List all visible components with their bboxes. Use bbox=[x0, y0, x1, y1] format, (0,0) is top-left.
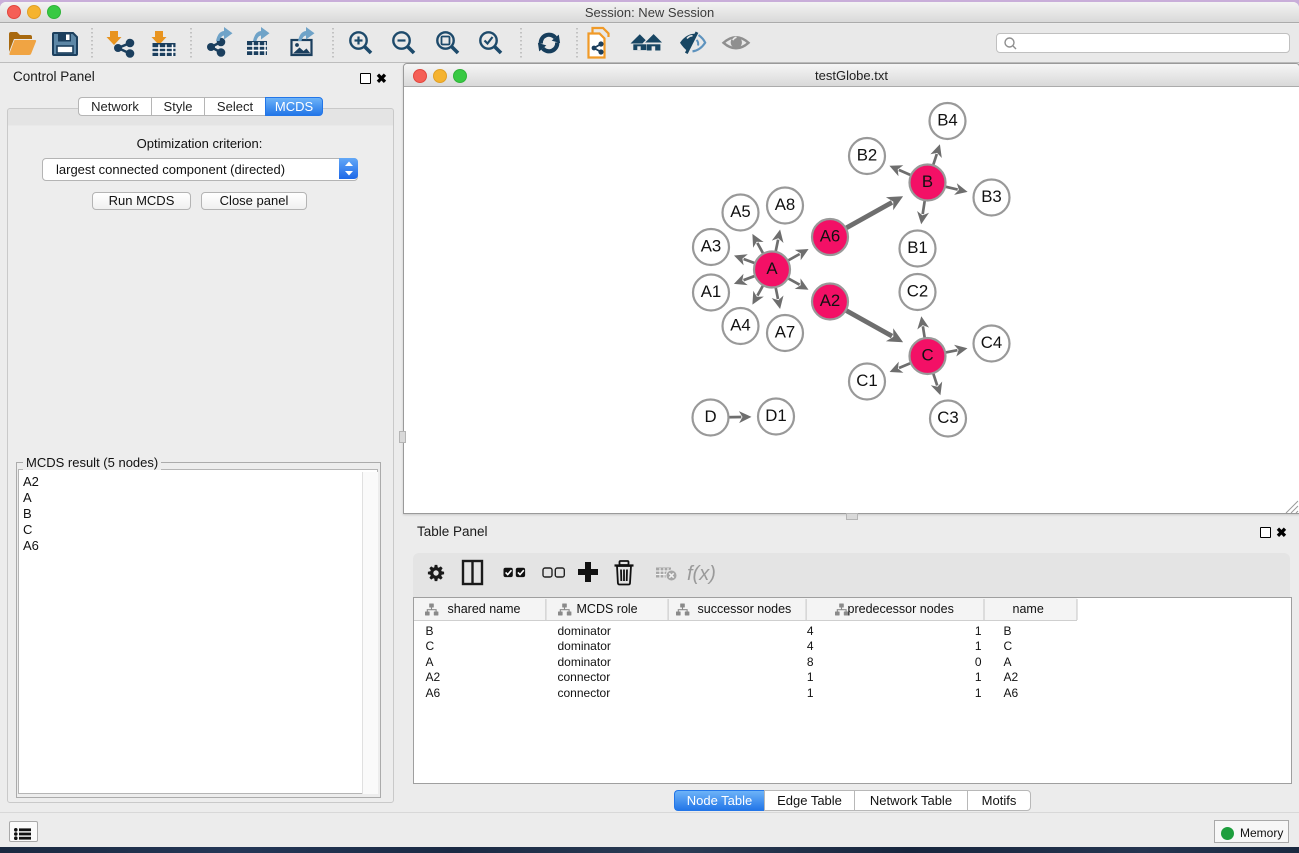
svg-text:B: B bbox=[922, 172, 933, 191]
svg-text:A7: A7 bbox=[775, 323, 796, 342]
svg-text:A6: A6 bbox=[820, 227, 841, 246]
svg-text:A: A bbox=[766, 259, 778, 278]
svg-text:C1: C1 bbox=[856, 371, 877, 390]
svg-text:C: C bbox=[921, 346, 933, 365]
svg-text:f(x): f(x) bbox=[687, 563, 716, 585]
svg-text:A1: A1 bbox=[701, 282, 722, 301]
svg-text:C2: C2 bbox=[907, 282, 928, 301]
svg-text:A2: A2 bbox=[820, 291, 841, 310]
svg-text:C3: C3 bbox=[937, 408, 958, 427]
svg-text:C4: C4 bbox=[981, 333, 1002, 352]
svg-text:D1: D1 bbox=[765, 406, 786, 425]
svg-text:D: D bbox=[704, 407, 716, 426]
svg-text:B4: B4 bbox=[937, 111, 958, 130]
svg-text:A4: A4 bbox=[730, 316, 751, 335]
svg-text:A8: A8 bbox=[775, 195, 796, 214]
svg-text:A5: A5 bbox=[730, 202, 751, 221]
svg-text:B2: B2 bbox=[857, 146, 878, 165]
svg-text:A3: A3 bbox=[701, 237, 722, 256]
svg-text:B3: B3 bbox=[981, 187, 1002, 206]
svg-text:B1: B1 bbox=[907, 238, 928, 257]
